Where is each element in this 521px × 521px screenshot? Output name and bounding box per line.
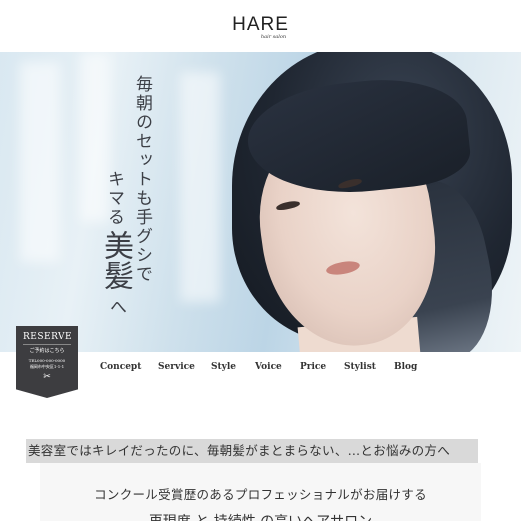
catch-copy-end: へ xyxy=(106,298,126,315)
nav-item-service[interactable]: Service xyxy=(158,362,195,372)
reserve-badge[interactable]: RESERVE ご予約はこちら TEL000-000-0000 福岡市中央区1-… xyxy=(16,326,78,398)
window-light xyxy=(20,62,60,262)
nav-item-blog[interactable]: Blog xyxy=(394,362,417,372)
window-light xyxy=(180,72,220,302)
catch-copy-big: 美髪 xyxy=(98,230,133,290)
hero-image xyxy=(0,52,521,352)
logo-subtitle: hair salon xyxy=(260,34,287,40)
scissors-icon: ✂ xyxy=(43,372,51,382)
intro-line2: コンクール受賞歴のあるプロフェッショナルがお届けする xyxy=(94,487,427,502)
catch-copy-line2: キマる xyxy=(104,170,124,227)
reserve-title: RESERVE xyxy=(23,332,72,345)
nav-item-style[interactable]: Style xyxy=(211,362,236,372)
reserve-address: 福岡市中央区1-1-1 xyxy=(29,364,65,369)
logo[interactable]: HARE xyxy=(0,14,521,36)
reserve-subtitle: ご予約はこちら xyxy=(29,348,65,354)
intro-line3: 再現度 と 持続性 の高いヘアサロン xyxy=(0,511,521,521)
intro-lead: 美容室ではキレイだったのに、毎朝髪がまとまらない、…とお悩みの方へ xyxy=(26,439,478,463)
site-header: HARE hair salon xyxy=(0,0,521,52)
nav-item-voice[interactable]: Voice xyxy=(255,362,282,372)
nav-item-price[interactable]: Price xyxy=(300,362,326,372)
nav-item-concept[interactable]: Concept xyxy=(100,362,141,372)
logo-text: HARE xyxy=(232,14,289,35)
nav-item-stylist[interactable]: Stylist xyxy=(344,362,376,372)
